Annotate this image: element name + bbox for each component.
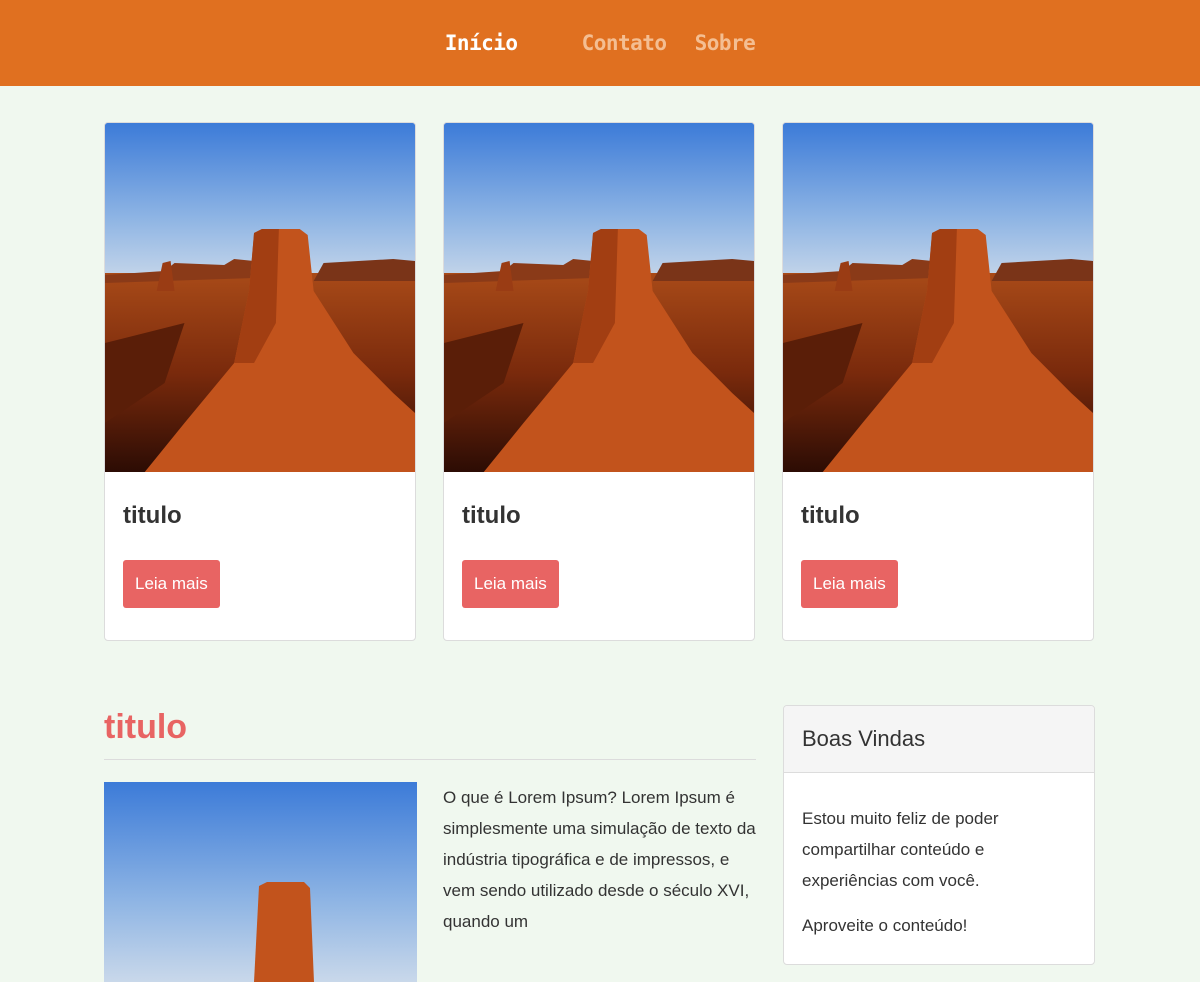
card-image — [105, 123, 415, 472]
card-image — [444, 123, 754, 472]
sidebar-panel: Boas Vindas Estou muito feliz de poder c… — [783, 705, 1095, 965]
read-more-button[interactable]: Leia mais — [801, 560, 898, 608]
read-more-button[interactable]: Leia mais — [462, 560, 559, 608]
nav-link-contato[interactable]: Contato — [582, 31, 668, 55]
card: titulo Leia mais — [104, 122, 416, 641]
article-text: O que é Lorem Ipsum? Lorem Ipsum é simpl… — [443, 788, 756, 931]
article-content: O que é Lorem Ipsum? Lorem Ipsum é simpl… — [104, 782, 756, 982]
card-title: titulo — [801, 502, 860, 529]
nav-link-sobre[interactable]: Sobre — [695, 31, 756, 55]
card-image — [783, 123, 1093, 472]
article-title: titulo — [104, 708, 756, 760]
sidebar-paragraph: Aproveite o conteúdo! — [802, 916, 968, 935]
read-more-button[interactable]: Leia mais — [123, 560, 220, 608]
nav-link-inicio[interactable]: Início — [445, 31, 518, 55]
card-title: titulo — [462, 502, 521, 529]
article-image — [104, 782, 417, 982]
card-grid: titulo Leia mais titulo Leia mais titulo… — [104, 122, 1094, 641]
card-body: titulo Leia mais — [783, 472, 1093, 638]
card: titulo Leia mais — [443, 122, 755, 641]
card-title: titulo — [123, 502, 182, 529]
sidebar-paragraph: Estou muito feliz de poder compartilhar … — [802, 809, 999, 890]
card-body: titulo Leia mais — [444, 472, 754, 638]
main-article: titulo O que é Lorem Ipsum? Lorem Ipsum … — [104, 708, 756, 982]
sidebar-body: Estou muito feliz de poder compartilhar … — [784, 773, 1094, 964]
card: titulo Leia mais — [782, 122, 1094, 641]
sidebar-title: Boas Vindas — [784, 706, 1094, 773]
top-navigation: Início Contato Sobre — [0, 0, 1200, 86]
card-body: titulo Leia mais — [105, 472, 415, 638]
